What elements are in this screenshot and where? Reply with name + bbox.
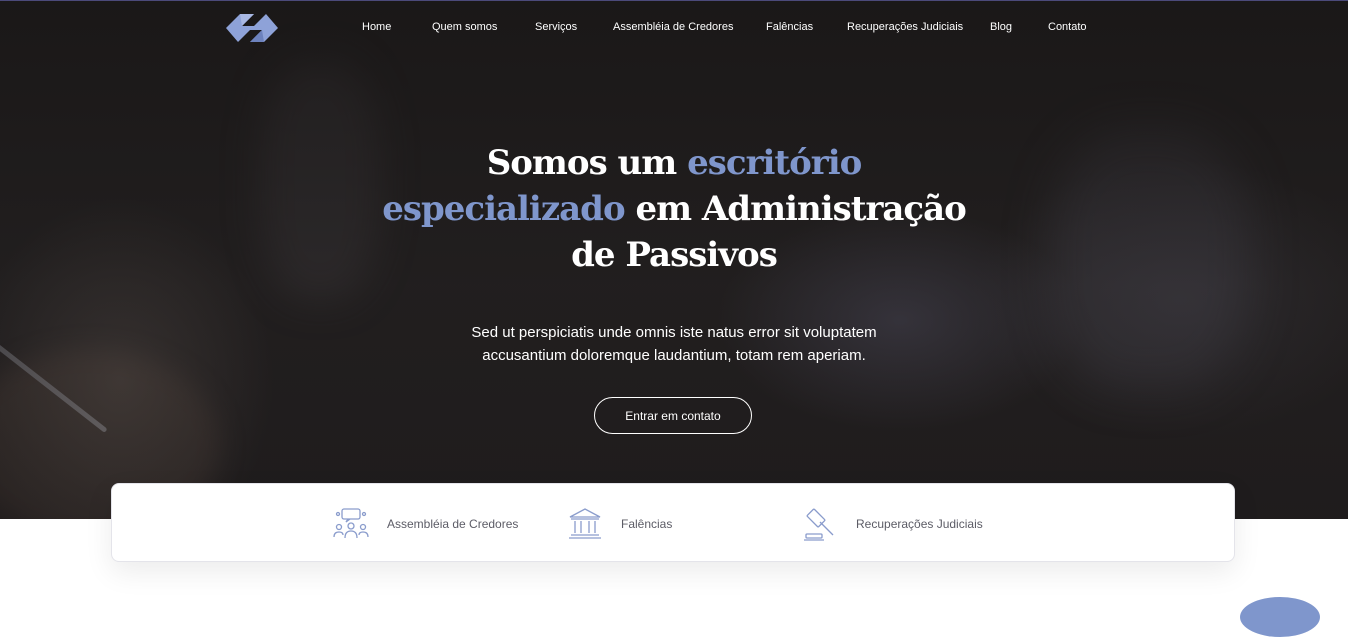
nav-blog[interactable]: Blog — [990, 21, 1012, 33]
nav-home[interactable]: Home — [362, 21, 391, 33]
headline-text-1: Somos um — [486, 143, 688, 183]
hero-subtitle: Sed ut perspiciatis unde omnis iste natu… — [424, 321, 924, 367]
feature-assembleia-de-credores[interactable]: Assembléia de Credores — [333, 484, 518, 563]
nav-recuperacoes-judiciais[interactable]: Recuperações Judiciais — [847, 21, 963, 33]
features-card: Assembléia de Credores Falências Recuper… — [111, 483, 1235, 562]
subtitle-line-1: Sed ut perspiciatis unde omnis iste natu… — [471, 324, 877, 341]
gavel-icon — [802, 506, 838, 542]
nav-contato[interactable]: Contato — [1048, 21, 1087, 33]
nav-servicos[interactable]: Serviços — [535, 21, 577, 33]
feature-falencias[interactable]: Falências — [567, 484, 672, 563]
nav-falencias[interactable]: Falências — [766, 21, 813, 33]
nav-quem-somos[interactable]: Quem somos — [432, 21, 497, 33]
hero-headline: Somos um escritório especializado em Adm… — [374, 140, 974, 278]
feature-recuperacoes-judiciais[interactable]: Recuperações Judiciais — [802, 484, 983, 563]
group-meeting-icon — [333, 506, 369, 542]
nav-assembleia-de-credores[interactable]: Assembléia de Credores — [613, 21, 733, 33]
top-border-line — [0, 0, 1348, 1]
subtitle-line-2: accusantium doloremque laudantium, totam… — [482, 347, 866, 364]
headline-text-2: em Administração de Passivos — [571, 189, 967, 275]
feature-label: Assembléia de Credores — [387, 516, 519, 531]
contact-button[interactable]: Entrar em contato — [594, 397, 752, 434]
feature-label: Recuperações Judiciais — [856, 516, 983, 531]
floating-circle-decoration — [1240, 597, 1320, 637]
feature-label: Falências — [621, 516, 673, 531]
logo-icon[interactable] — [224, 10, 280, 46]
bank-building-icon — [567, 506, 603, 542]
main-navigation: Home Quem somos Serviços Assembléia de C… — [0, 0, 1348, 56]
